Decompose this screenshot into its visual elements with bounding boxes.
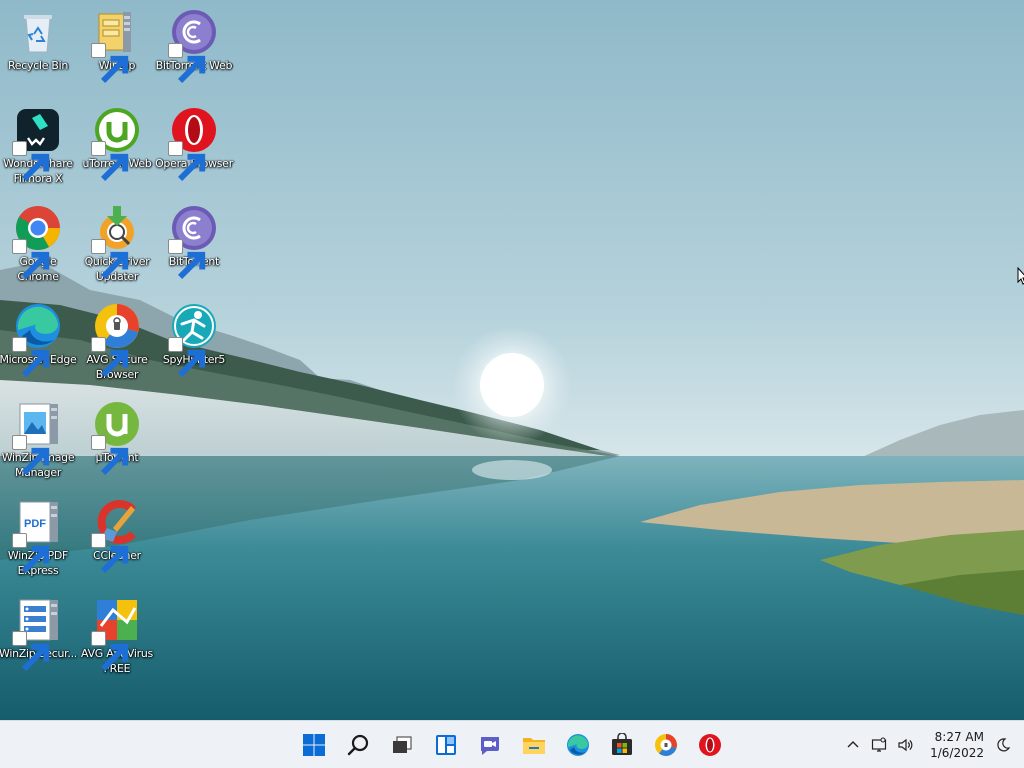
- taskbar: 8:27 AM 1/6/2022: [0, 720, 1024, 768]
- avg-browser-taskbar-button[interactable]: [644, 723, 688, 767]
- focus-assist-button[interactable]: [990, 725, 1016, 765]
- folder-icon: [523, 738, 545, 754]
- desktop-icon-label: Recycle Bin: [7, 59, 69, 72]
- opera-icon: [699, 734, 721, 756]
- store-button[interactable]: [600, 723, 644, 767]
- spyhunter-icon: [168, 302, 218, 378]
- task-view-icon: [393, 736, 412, 753]
- teams-chat-icon: [481, 737, 499, 755]
- utorrent-web-icon: [91, 106, 141, 182]
- file-explorer-button[interactable]: [512, 723, 556, 767]
- filmora-icon: [12, 106, 62, 182]
- desktop-icon-chrome[interactable]: Google Chrome: [0, 200, 76, 292]
- shortcut-arrow-icon: [168, 43, 206, 84]
- shortcut-arrow-icon: [168, 141, 206, 182]
- shortcut-arrow-icon: [12, 631, 50, 672]
- opera-icon: [168, 106, 218, 182]
- desktop-icon-filmora[interactable]: Wondershare Filmora X: [0, 102, 76, 194]
- bittorrent-icon: [168, 204, 218, 280]
- desktop-icon-avg-antivirus[interactable]: AVG AntiVirus FREE: [79, 592, 155, 684]
- bittorrent-web-icon: [168, 8, 218, 84]
- desktop-icon-winzip-pdf-express[interactable]: PDF WinZip PDF Express: [0, 494, 76, 586]
- opera-taskbar-button[interactable]: [688, 723, 732, 767]
- start-button[interactable]: [292, 723, 336, 767]
- winzip-secure-backup-icon: [12, 596, 62, 672]
- shortcut-arrow-icon: [91, 631, 129, 672]
- desktop-icon-utorrent[interactable]: µTorrent: [79, 396, 155, 488]
- desktop-icon-bittorrent-web[interactable]: BitTorrent Web: [156, 4, 233, 96]
- desktop-icon-winzip-secure-backup[interactable]: WinZip Secur...: [0, 592, 77, 684]
- avg-secure-browser-icon: [91, 302, 141, 378]
- desktop-icon-winzip[interactable]: WinZip: [79, 4, 155, 96]
- taskbar-pinned-apps: [292, 721, 732, 768]
- desktop-icon-ccleaner[interactable]: CCleaner: [79, 494, 155, 586]
- quick-driver-updater-icon: [91, 204, 141, 280]
- desktop-icon-bittorrent[interactable]: BitTorrent: [156, 200, 232, 292]
- desktop-icon-opera[interactable]: Opera Browser: [155, 102, 233, 194]
- avg-antivirus-icon: [91, 596, 141, 672]
- winzip-icon: [91, 8, 141, 84]
- search-button[interactable]: [336, 723, 380, 767]
- shortcut-arrow-icon: [91, 141, 129, 182]
- clock-date: 1/6/2022: [930, 746, 984, 760]
- recycle-bin-icon: [14, 8, 62, 56]
- shortcut-arrow-icon: [12, 141, 50, 182]
- chat-button[interactable]: [468, 723, 512, 767]
- shortcut-arrow-icon: [91, 239, 129, 280]
- winzip-image-manager-icon: [12, 400, 62, 476]
- windows-logo-icon: [303, 734, 325, 756]
- desktop-icon-avg-secure-browser[interactable]: AVG Secure Browser: [79, 298, 155, 390]
- tray-overflow-button[interactable]: [840, 725, 866, 765]
- avg-secure-browser-icon: [655, 734, 677, 756]
- shortcut-arrow-icon: [91, 435, 129, 476]
- shortcut-arrow-icon: [12, 533, 50, 574]
- shortcut-arrow-icon: [91, 43, 129, 84]
- edge-icon: [567, 734, 589, 756]
- desktop-icon-winzip-image-manager[interactable]: WinZip Image Manager: [0, 396, 76, 488]
- clock[interactable]: 8:27 AM 1/6/2022: [918, 725, 990, 765]
- clock-time: 8:27 AM: [934, 730, 984, 744]
- shortcut-arrow-icon: [91, 337, 129, 378]
- task-view-button[interactable]: [380, 723, 424, 767]
- store-icon: [612, 733, 632, 755]
- shortcut-arrow-icon: [168, 337, 206, 378]
- shortcut-arrow-icon: [12, 435, 50, 476]
- volume-button[interactable]: [892, 725, 918, 765]
- edge-taskbar-button[interactable]: [556, 723, 600, 767]
- desktop-icon-recycle-bin[interactable]: Recycle Bin: [0, 4, 76, 96]
- utorrent-icon: [91, 400, 141, 476]
- search-icon: [347, 734, 369, 756]
- shortcut-arrow-icon: [12, 337, 50, 378]
- desktop-icon-edge[interactable]: Microsoft Edge: [0, 298, 77, 390]
- shortcut-arrow-icon: [91, 533, 129, 574]
- chevron-up-icon: [847, 741, 859, 748]
- moon-icon: [997, 738, 1011, 752]
- system-tray: 8:27 AM 1/6/2022: [840, 721, 1024, 768]
- ccleaner-icon: [91, 498, 141, 574]
- widgets-button[interactable]: [424, 723, 468, 767]
- winzip-pdf-express-icon: PDF: [12, 498, 62, 574]
- volume-icon: [898, 738, 913, 752]
- desktop-icon-utorrent-web[interactable]: uTorrent Web: [79, 102, 155, 194]
- chrome-icon: [12, 204, 62, 280]
- desktop-icon-quick-driver-updater[interactable]: Quick Driver Updater: [79, 200, 155, 292]
- network-icon: [871, 737, 887, 752]
- svg-text:PDF: PDF: [24, 518, 46, 530]
- desktop-icon-spyhunter[interactable]: SpyHunter5: [156, 298, 232, 390]
- widgets-icon: [436, 735, 456, 755]
- network-button[interactable]: [866, 725, 892, 765]
- shortcut-arrow-icon: [168, 239, 206, 280]
- mouse-cursor-icon: [1017, 267, 1024, 285]
- edge-icon: [12, 302, 62, 378]
- shortcut-arrow-icon: [12, 239, 50, 280]
